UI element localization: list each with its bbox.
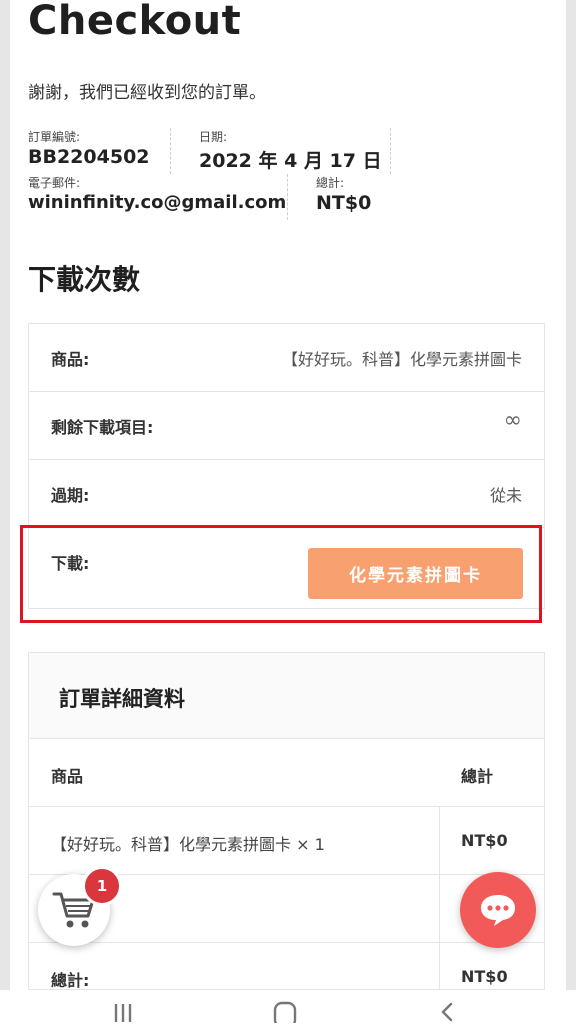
order-number-value: BB2204502 <box>28 146 150 168</box>
downloads-expires-label: 過期: <box>51 486 90 505</box>
order-number-label: 訂單編號: <box>28 130 81 144</box>
meta-divider <box>170 128 171 174</box>
system-navigation-bar <box>0 990 576 1024</box>
order-details-card: 訂單詳細資料 商品 總計 【好好玩。科普】化學元素拼圖卡 × 1 NT$0 總計… <box>28 652 545 990</box>
chat-bubble-icon <box>481 895 515 926</box>
date-value: 2022 年 4 月 17 日 <box>199 150 382 172</box>
order-received-message: 謝謝，我們已經收到您的訂單。 <box>28 83 266 103</box>
order-total-label: 總計: <box>51 971 90 990</box>
order-item-name[interactable]: 【好好玩。科普】化學元素拼圖卡 × 1 <box>51 831 325 855</box>
highlight-annotation-box <box>20 525 542 623</box>
email-label: 電子郵件: <box>28 176 81 190</box>
meta-divider <box>287 174 288 220</box>
downloads-row-remaining: 剩餘下載項目: ∞ <box>29 392 544 460</box>
downloads-product-label: 商品: <box>51 350 90 369</box>
home-icon <box>273 1001 297 1023</box>
column-divider <box>439 875 440 942</box>
date-label: 日期: <box>199 130 228 144</box>
order-details-header: 訂單詳細資料 <box>29 653 544 739</box>
downloads-row-expires: 過期: 從未 <box>29 460 544 528</box>
email-value: wininfinity.co@gmail.com <box>28 192 287 213</box>
order-item-row: 【好好玩。科普】化學元素拼圖卡 × 1 NT$0 <box>29 807 544 875</box>
downloads-row-product: 商品: 【好好玩。科普】化學元素拼圖卡 <box>29 324 544 392</box>
recent-apps-button[interactable] <box>110 998 136 1024</box>
column-divider <box>439 943 440 989</box>
back-icon <box>441 1002 453 1022</box>
cart-count-badge: 1 <box>82 866 122 906</box>
order-details-column-header-row: 商品 總計 <box>29 739 544 807</box>
back-button[interactable] <box>434 998 460 1024</box>
meta-divider <box>390 128 391 174</box>
chat-button[interactable] <box>460 872 536 948</box>
page-edge-right <box>566 0 576 990</box>
total-label: 總計: <box>316 176 345 190</box>
recent-apps-icon <box>114 1004 132 1022</box>
home-button[interactable] <box>270 998 300 1024</box>
order-item-total: NT$0 <box>461 831 508 850</box>
order-details-title: 訂單詳細資料 <box>59 687 185 711</box>
order-total-value: NT$0 <box>461 967 508 986</box>
downloads-remaining-label: 剩餘下載項目: <box>51 418 154 437</box>
downloads-product-value[interactable]: 【好好玩。科普】化學元素拼圖卡 <box>282 346 522 370</box>
page-title: Checkout <box>28 0 242 44</box>
downloads-remaining-value: ∞ <box>503 408 522 433</box>
page-edge-left <box>0 0 10 990</box>
downloads-expires-value: 從未 <box>489 486 522 505</box>
order-details-header-total: 總計 <box>461 767 494 786</box>
order-total-row: 總計: NT$0 <box>29 943 544 990</box>
order-details-header-product: 商品 <box>51 767 84 786</box>
column-divider <box>439 807 440 874</box>
downloads-section-title: 下載次數 <box>28 263 141 296</box>
total-value: NT$0 <box>316 192 372 214</box>
